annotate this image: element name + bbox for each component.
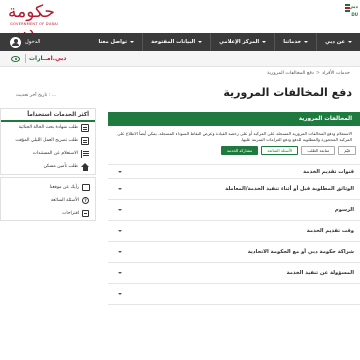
- most-used-services-title: أكثر الخدمات استخداماً: [1, 109, 95, 122]
- sidebar-item-label: طلب شهادة بحث الحالة الجنائية: [18, 125, 78, 130]
- sidebar-links-panel: رأيك عن موقعنا الأسئلة الشائعة ? اقتراحا…: [0, 177, 96, 221]
- sidebar-item-document-inquiry[interactable]: الاستعلام عن المستندات: [1, 148, 95, 161]
- nav-item-label: المركز الإعلامي: [219, 39, 260, 45]
- dubai-flag-icon: [345, 4, 350, 16]
- accordion-item-partnership[interactable]: شراكة حكومة دبي أو مع الحكومة الاتحادية: [108, 242, 360, 263]
- sidebar-link-label: رأيك عن موقعنا: [49, 185, 79, 190]
- share-service-button[interactable]: مشاركة الخدمة: [220, 146, 259, 155]
- user-avatar-icon: [10, 36, 21, 48]
- service-details: المخالفات المرورية الاستعلام ودفع المخال…: [108, 112, 360, 305]
- service-accordion: قنوات تقديم الخدمة الوثائق المطلوبة قبل …: [108, 164, 360, 305]
- brand-text-accent: ـارات: [29, 55, 45, 62]
- section-title-bar: المخالفات المرورية: [108, 112, 360, 126]
- service-actions: قيّم متابعة الطلب الأسئلة الشائعة مشاركة…: [108, 143, 360, 159]
- help-icon: ?: [82, 197, 89, 204]
- accordion-label: الوثائق المطلوبة قبل أو أثناء تنفيذ الخد…: [225, 186, 354, 192]
- accordion-item-fees[interactable]: الرسوم: [108, 200, 360, 221]
- chevron-down-icon: [118, 209, 122, 211]
- brand-text-main: دبي.امـ: [44, 55, 67, 62]
- eye-icon: [11, 55, 20, 62]
- accordion-item-responsible-entity[interactable]: المسؤولة عن تنفيذ الخدمة: [108, 263, 360, 284]
- button-label: متابعة الطلب: [307, 148, 330, 153]
- sidebar: أكثر الخدمات استخداماً طلب شهادة بحث الح…: [0, 108, 96, 221]
- accordion-label: الرسوم: [334, 207, 354, 213]
- government-of-dubai-logo[interactable]: حكومة دبي GOVERNMENT OF DUBAI: [6, 2, 58, 42]
- nav-item-media-center[interactable]: المركز الإعلامي: [211, 33, 274, 51]
- nav-menu: عن دبي خدماتنا المركز الإعلامي البيانات …: [90, 33, 360, 51]
- site-header: حكومة دبي GOVERNMENT OF DUBAI دبي DU: [0, 0, 360, 42]
- sidebar-link-label: اقتراحات: [62, 211, 79, 216]
- most-used-services-panel: أكثر الخدمات استخداماً طلب شهادة بحث الح…: [0, 108, 96, 175]
- dubai-ae-link[interactable]: دبي.امــارات: [11, 54, 66, 63]
- breadcrumb-item[interactable]: خدمات الأفراد: [322, 71, 350, 76]
- logo-subtitle: GOVERNMENT OF DUBAI: [10, 22, 59, 26]
- document-icon: [81, 124, 89, 132]
- login-button[interactable]: الدخول: [10, 36, 40, 48]
- divider: [25, 54, 26, 63]
- nav-item-label: البيانات المفتوحة: [151, 39, 196, 45]
- accordion-item-required-documents[interactable]: الوثائق المطلوبة قبل أو أثناء تنفيذ الخد…: [108, 179, 360, 200]
- nav-item-label: عن دبي: [325, 39, 345, 45]
- house-icon: [81, 163, 89, 171]
- last-updated: تاريخ آخر تحديث : ...: [16, 93, 57, 98]
- accordion-label: شراكة حكومة دبي أو مع الحكومة الاتحادية: [247, 249, 354, 255]
- chevron-down-icon: [304, 41, 309, 43]
- document-icon: [81, 137, 89, 145]
- faq-button[interactable]: الأسئلة الشائعة: [261, 146, 299, 155]
- main-navigation: الدخول عن دبي خدماتنا المركز الإعلامي ال…: [0, 33, 360, 51]
- service-description: الاستعلام ودفع المخالفات المرورية المسجل…: [117, 131, 352, 142]
- button-label: الأسئلة الشائعة: [267, 148, 293, 153]
- sidebar-item-label: طلب تصريح العمل الليلي المؤقت: [15, 138, 78, 143]
- breadcrumb-current: دفع المخالفات المرورية: [267, 71, 314, 76]
- nav-item-label: خدماتنا: [283, 39, 302, 45]
- accordion-label: المسؤولة عن تنفيذ الخدمة: [286, 270, 354, 276]
- accordion-item-more[interactable]: [108, 284, 360, 305]
- chevron-down-icon: [118, 272, 122, 274]
- secondary-bar: دبي.امــارات: [0, 51, 360, 67]
- rate-button[interactable]: قيّم: [338, 146, 356, 155]
- nav-item-contact-us[interactable]: تواصل معنا: [90, 33, 142, 51]
- list-icon: [81, 150, 89, 158]
- breadcrumb: خدمات الأفراد<دفع المخالفات المرورية: [267, 71, 350, 76]
- page-title: دفع المخالفات المرورية: [223, 86, 352, 99]
- chevron-down-icon: [118, 293, 122, 295]
- nav-item-label: تواصل معنا: [98, 39, 128, 45]
- track-request-button[interactable]: متابعة الطلب: [301, 146, 336, 155]
- sidebar-item-night-work-permit[interactable]: طلب تصريح العمل الليلي المؤقت: [1, 135, 95, 148]
- dubai-brand-logo[interactable]: دبي DU: [344, 4, 358, 30]
- chevron-down-icon: [118, 230, 122, 232]
- chevron-down-icon: [198, 41, 203, 43]
- button-label: قيّم: [344, 148, 350, 153]
- sidebar-link-label: الأسئلة الشائعة: [50, 198, 79, 203]
- accordion-item-channels[interactable]: قنوات تقديم الخدمة: [108, 165, 360, 179]
- chevron-down-icon: [262, 41, 267, 43]
- sidebar-item-criminal-record[interactable]: طلب شهادة بحث الحالة الجنائية: [1, 122, 95, 135]
- sidebar-link-faq[interactable]: الأسئلة الشائعة ?: [1, 194, 95, 207]
- sidebar-item-housing-request[interactable]: طلب تأمين مسكن: [1, 161, 95, 174]
- chevron-down-icon: [118, 188, 122, 190]
- sidebar-item-label: طلب تأمين مسكن: [43, 164, 78, 169]
- breadcrumb-separator: <: [315, 71, 320, 76]
- chevron-down-icon: [118, 170, 122, 173]
- dubai-ae-brand: دبي.امــارات: [29, 55, 66, 62]
- accordion-item-service-time[interactable]: وقت تقديم الخدمة: [108, 221, 360, 242]
- share-icon: [82, 184, 90, 191]
- login-label: الدخول: [25, 39, 41, 45]
- chevron-down-icon: [118, 251, 122, 253]
- accordion-label: قنوات تقديم الخدمة: [303, 168, 354, 175]
- chevron-down-icon: [130, 41, 135, 43]
- accordion-label: وقت تقديم الخدمة: [306, 228, 354, 234]
- nav-item-open-data[interactable]: البيانات المفتوحة: [143, 33, 210, 51]
- sidebar-item-label: الاستعلام عن المستندات: [32, 151, 78, 156]
- sidebar-link-feedback[interactable]: رأيك عن موقعنا: [1, 181, 95, 194]
- sidebar-link-suggestions[interactable]: اقتراحات: [1, 207, 95, 220]
- button-label: مشاركة الخدمة: [226, 148, 253, 153]
- nav-item-our-services[interactable]: خدماتنا: [275, 33, 316, 51]
- nav-item-about-dubai[interactable]: عن دبي: [317, 33, 360, 51]
- suggestion-icon: [82, 210, 89, 217]
- chevron-down-icon: [348, 41, 352, 43]
